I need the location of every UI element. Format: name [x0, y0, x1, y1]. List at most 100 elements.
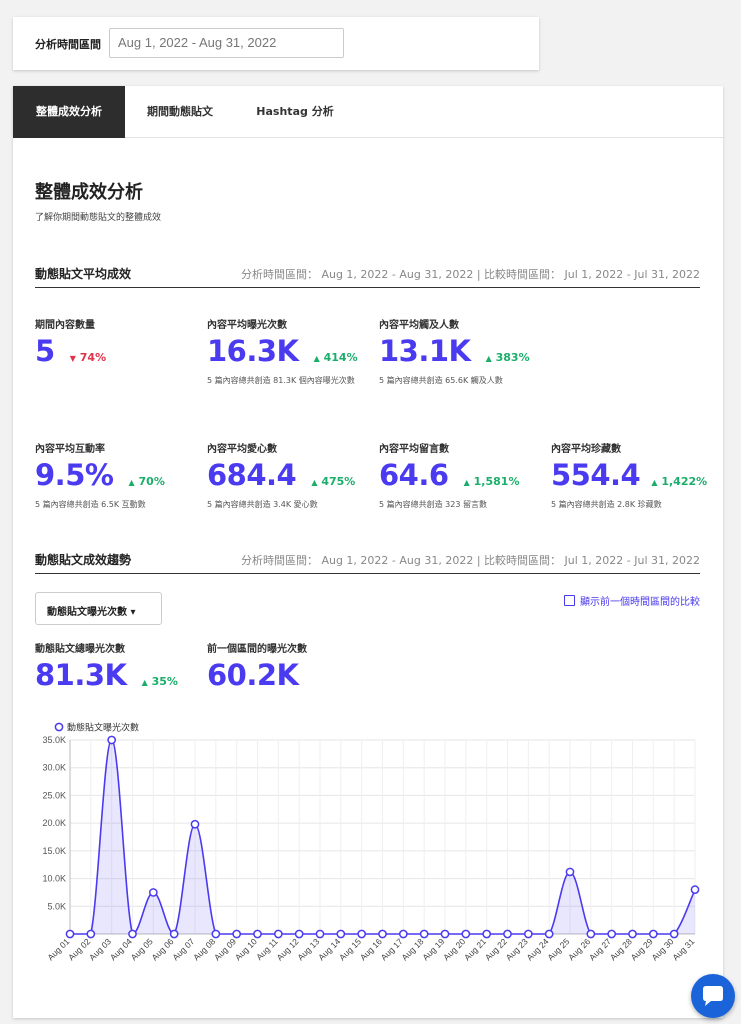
- section-title-trend: 動態貼文成效趨勢: [35, 553, 132, 567]
- stat-label: 期間內容數量: [35, 320, 95, 331]
- x-tick-label: Aug 14: [316, 936, 342, 962]
- x-tick-label: Aug 09: [212, 936, 238, 962]
- date-filter-card: 分析時間區間 Aug 1, 2022 - Aug 31, 2022: [13, 17, 539, 70]
- compare-previous-label: 顯示前一個時間區間的比較: [580, 597, 700, 608]
- stat-note: 5 篇內容總共創造 3.4K 愛心數: [207, 500, 318, 509]
- data-point: [169, 929, 179, 939]
- data-point: [315, 929, 325, 939]
- data-point: [648, 929, 658, 939]
- stat-avg-engagement: 內容平均互動率 9.5% ▲ 70% 5 篇內容總共創造 6.5K 互動數: [35, 440, 185, 511]
- impressions-trend-chart: 5.0K 10.0K 15.0K 20.0K 25.0K 30.0K 35.0K Aug 01…: [23, 712, 713, 972]
- date-range-input[interactable]: Aug 1, 2022 - Aug 31, 2022: [109, 28, 344, 58]
- stat-delta: ▼ 74%: [69, 351, 107, 364]
- triangle-up-icon: ▲: [463, 478, 470, 487]
- data-point: [357, 929, 367, 939]
- stat-label: 內容平均曝光次數: [207, 320, 287, 331]
- data-point: [398, 929, 408, 939]
- x-tick-label: Aug 30: [649, 936, 675, 962]
- stat-avg-likes: 內容平均愛心數 684.4 ▲ 475% 5 篇內容總共創造 3.4K 愛心數: [207, 440, 357, 511]
- tab-period-posts[interactable]: 期間動態貼文: [125, 86, 235, 138]
- y-tick-label: 35.0K: [42, 735, 66, 745]
- x-tick-label: Aug 20: [441, 936, 467, 962]
- stat-value: 81.3K: [35, 658, 127, 692]
- y-tick-label: 10.0K: [42, 874, 66, 884]
- stat-delta: ▲ 383%: [485, 351, 530, 364]
- data-point: [190, 819, 200, 829]
- x-tick-label: Aug 29: [629, 936, 655, 962]
- stat-avg-impressions: 內容平均曝光次數 16.3K ▲ 414% 5 篇內容總共創造 81.3K 個內…: [207, 316, 358, 387]
- stat-delta: ▲ 1,422%: [651, 475, 708, 488]
- x-tick-label: Aug 05: [129, 936, 155, 962]
- tab-hashtag-analysis[interactable]: Hashtag 分析: [235, 86, 355, 138]
- stat-delta: ▲ 475%: [311, 475, 356, 488]
- stat-value: 64.6: [379, 458, 449, 492]
- data-point: [253, 929, 262, 939]
- x-tick-label: Aug 15: [337, 936, 363, 962]
- chat-button[interactable]: [691, 974, 735, 1018]
- stat-avg-saves: 內容平均珍藏數 554.4 ▲ 1,422% 5 篇內容總共創造 2.8K 珍藏…: [551, 440, 707, 511]
- analysis-panel: 整體成效分析 期間動態貼文 Hashtag 分析 整體成效分析 了解你期間動態貼…: [13, 86, 723, 1018]
- x-tick-label: Aug 13: [295, 936, 321, 962]
- stat-value: 13.1K: [379, 334, 471, 368]
- stat-label: 內容平均觸及人數: [379, 320, 459, 331]
- chat-bubble-icon: [703, 986, 723, 1006]
- x-tick-label: Aug 02: [66, 936, 92, 962]
- data-point: [544, 929, 554, 939]
- triangle-up-icon: ▲: [141, 678, 148, 687]
- stat-label: 動態貼文總曝光次數: [35, 644, 125, 655]
- checkbox-icon[interactable]: [564, 595, 575, 606]
- x-tick-label: Aug 19: [420, 936, 446, 962]
- stat-label: 內容平均珍藏數: [551, 444, 621, 455]
- section-meta-trend: 分析時間區間： Aug 1, 2022 - Aug 31, 2022 | 比較時…: [240, 554, 700, 567]
- data-point: [690, 885, 700, 895]
- stat-label: 前一個區間的曝光次數: [207, 644, 307, 655]
- x-tick-label: Aug 21: [462, 936, 488, 962]
- data-point: [107, 735, 117, 745]
- x-tick-label: Aug 12: [274, 936, 300, 962]
- stat-value: 60.2K: [207, 658, 299, 692]
- stat-avg-reach: 內容平均觸及人數 13.1K ▲ 383% 5 篇內容總共創造 65.6K 觸及…: [379, 316, 549, 387]
- metric-select[interactable]: 動態貼文曝光次數 ▾: [35, 592, 162, 625]
- tab-overall-analysis[interactable]: 整體成效分析: [13, 86, 125, 138]
- data-point: [523, 929, 533, 939]
- stat-delta: ▲ 414%: [313, 351, 358, 364]
- line-chart-svg: 5.0K 10.0K 15.0K 20.0K 25.0K 30.0K 35.0K Aug 01…: [42, 722, 700, 962]
- page-subtitle: 了解你期間動態貼文的整體成效: [35, 213, 162, 223]
- stat-note: 5 篇內容總共創造 6.5K 互動數: [35, 500, 146, 509]
- stat-label: 內容平均互動率: [35, 444, 105, 455]
- data-point: [669, 929, 679, 939]
- stat-label: 內容平均留言數: [379, 444, 449, 455]
- triangle-up-icon: ▲: [313, 354, 320, 363]
- stat-avg-comments: 內容平均留言數 64.6 ▲ 1,581% 5 篇內容總共創造 323 留言數: [379, 440, 529, 511]
- stat-value: 16.3K: [207, 334, 299, 368]
- section-header-average: 動態貼文平均成效 分析時間區間： Aug 1, 2022 - Aug 31, 2…: [35, 262, 700, 288]
- data-point: [211, 929, 221, 939]
- x-tick-label: Aug 06: [149, 936, 175, 962]
- x-tick-label: Aug 16: [358, 936, 384, 962]
- x-tick-label: Aug 18: [399, 936, 425, 962]
- y-tick-label: 25.0K: [42, 790, 66, 800]
- data-point: [294, 929, 304, 939]
- x-tick-label: Aug 07: [170, 936, 196, 962]
- x-tick-label: Aug 01: [45, 936, 71, 962]
- stat-value: 684.4: [207, 458, 297, 492]
- x-tick-label: Aug 23: [504, 936, 530, 962]
- section-header-trend: 動態貼文成效趨勢 分析時間區間： Aug 1, 2022 - Aug 31, 2…: [35, 548, 700, 574]
- y-tick-label: 30.0K: [42, 763, 66, 773]
- data-point: [148, 888, 158, 897]
- y-tick-label: 20.0K: [42, 818, 66, 828]
- stat-note: 5 篇內容總共創造 65.6K 觸及人數: [379, 376, 503, 385]
- x-tick-label: Aug 22: [483, 936, 509, 962]
- data-point: [86, 929, 96, 939]
- data-point: [232, 929, 242, 939]
- triangle-up-icon: ▲: [485, 354, 492, 363]
- y-tick-label: 15.0K: [42, 846, 66, 856]
- compare-previous-toggle[interactable]: 顯示前一個時間區間的比較: [564, 593, 700, 608]
- stat-value: 5: [35, 334, 55, 368]
- stat-value: 9.5%: [35, 458, 114, 492]
- data-point: [586, 929, 596, 939]
- data-point: [503, 929, 512, 939]
- x-tick-label: Aug 28: [608, 936, 634, 962]
- data-point: [378, 929, 387, 939]
- stat-note: 5 篇內容總共創造 81.3K 個內容曝光次數: [207, 376, 355, 385]
